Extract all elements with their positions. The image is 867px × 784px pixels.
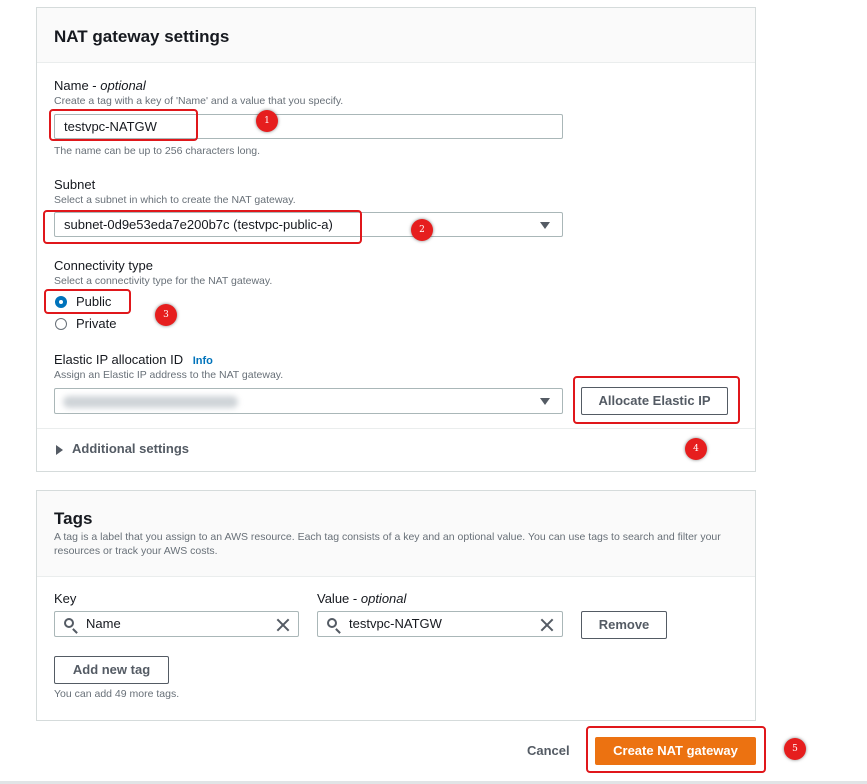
- annotation-marker-3: 3: [155, 304, 177, 326]
- name-hint: The name can be up to 256 characters lon…: [54, 145, 261, 157]
- elastic-ip-blurred-value: [63, 396, 238, 408]
- connectivity-type-label: Connectivity type: [54, 258, 153, 273]
- nat-gateway-settings-title: NAT gateway settings: [54, 27, 230, 46]
- elastic-ip-info-link[interactable]: Info: [193, 355, 213, 367]
- tag-key-value: Name: [86, 616, 121, 631]
- remove-tag-button[interactable]: Remove: [581, 611, 667, 639]
- tag-key-clear-icon[interactable]: [276, 618, 290, 632]
- nat-gateway-settings-header: NAT gateway settings: [37, 8, 755, 63]
- annotation-marker-4: 4: [685, 438, 707, 460]
- tag-key-input[interactable]: Name: [54, 611, 299, 637]
- add-new-tag-button[interactable]: Add new tag: [54, 656, 169, 684]
- tag-value-value: testvpc-NATGW: [349, 616, 442, 631]
- elastic-ip-select[interactable]: [54, 388, 563, 414]
- subnet-description: Select a subnet in which to create the N…: [54, 194, 296, 206]
- tags-header: Tags A tag is a label that you assign to…: [37, 491, 755, 577]
- private-radio-label[interactable]: Private: [76, 316, 116, 331]
- cancel-button[interactable]: Cancel: [527, 743, 570, 758]
- annotation-marker-2: 2: [411, 219, 433, 241]
- annotation-box-allocate: [573, 376, 740, 424]
- expand-triangle-icon[interactable]: [56, 445, 63, 455]
- tag-key-search-icon: [64, 618, 74, 628]
- connectivity-type-description: Select a connectivity type for the NAT g…: [54, 275, 273, 287]
- tags-remaining-text: You can add 49 more tags.: [54, 688, 180, 700]
- tag-value-input[interactable]: testvpc-NATGW: [317, 611, 563, 637]
- additional-settings-divider: [37, 428, 755, 429]
- annotation-box-create: [586, 726, 766, 773]
- tags-description: A tag is a label that you assign to an A…: [54, 531, 721, 557]
- tag-value-clear-icon[interactable]: [540, 618, 554, 632]
- annotation-box-subnet: [43, 210, 362, 244]
- private-radio-icon[interactable]: [55, 318, 67, 330]
- name-label: Name - optional: [54, 78, 146, 93]
- tag-value-label: Value - optional: [317, 591, 407, 606]
- annotation-box-public: [44, 289, 131, 314]
- annotation-box-name: [49, 109, 198, 141]
- name-description: Create a tag with a key of 'Name' and a …: [54, 95, 344, 107]
- tag-value-search-icon: [327, 618, 337, 628]
- tags-title: Tags: [54, 509, 93, 528]
- elastic-ip-dropdown-caret-icon[interactable]: [540, 398, 550, 405]
- subnet-dropdown-caret-icon[interactable]: [540, 222, 550, 229]
- tag-key-label: Key: [54, 591, 77, 606]
- annotation-marker-1: 1: [256, 110, 278, 132]
- additional-settings-toggle[interactable]: Additional settings: [72, 441, 189, 456]
- elastic-ip-label: Elastic IP allocation ID Info: [54, 352, 213, 367]
- annotation-marker-5: 5: [784, 738, 806, 760]
- subnet-label: Subnet: [54, 177, 96, 192]
- elastic-ip-description: Assign an Elastic IP address to the NAT …: [54, 369, 284, 381]
